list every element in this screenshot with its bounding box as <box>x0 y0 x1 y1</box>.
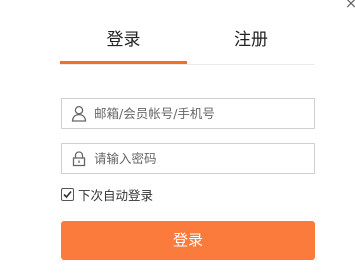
remember-checkbox[interactable] <box>61 187 74 201</box>
close-icon[interactable]: × <box>344 0 355 11</box>
account-field[interactable] <box>61 98 315 129</box>
remember-me[interactable]: 下次自动登录 <box>61 186 154 203</box>
tab-login[interactable]: 登录 <box>60 22 187 62</box>
password-field[interactable] <box>61 143 315 174</box>
user-icon <box>71 105 87 122</box>
checkmark-icon <box>63 190 72 198</box>
lock-icon <box>71 150 87 167</box>
tab-register[interactable]: 注册 <box>187 22 315 62</box>
login-button[interactable]: 登录 <box>61 221 315 260</box>
password-input[interactable] <box>94 144 304 173</box>
active-tab-indicator <box>60 61 187 64</box>
remember-label: 下次自动登录 <box>78 187 154 203</box>
login-register-tabs: 登录 注册 <box>60 22 315 65</box>
account-input[interactable] <box>94 99 304 128</box>
